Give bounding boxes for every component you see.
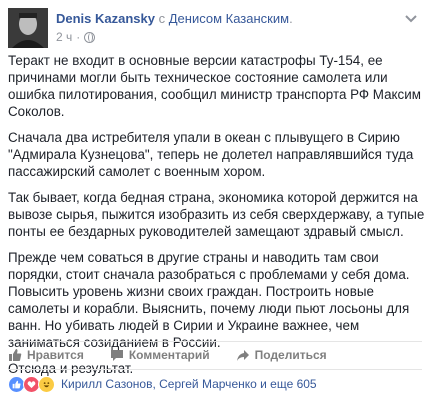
- reactions-row: Кирилл Сазонов, Сергей Марченко и еще 60…: [8, 375, 317, 393]
- reactors-summary[interactable]: Кирилл Сазонов, Сергей Марченко и еще 60…: [61, 377, 317, 391]
- post-header: Denis Kazansky с Денисом Казанским. 2 ч …: [8, 8, 422, 48]
- share-icon: [236, 349, 249, 361]
- tagged-person-link[interactable]: Денисом Казанским: [169, 11, 289, 26]
- share-button[interactable]: Поделиться: [236, 348, 327, 362]
- post-paragraph: Сначала два истребителя упали в океан с …: [8, 130, 414, 179]
- share-label: Поделиться: [254, 348, 327, 362]
- globe-icon[interactable]: [84, 31, 96, 43]
- divider: [8, 341, 422, 342]
- chevron-down-icon[interactable]: [404, 14, 418, 24]
- divider: [8, 369, 422, 370]
- like-button[interactable]: Нравится: [8, 348, 84, 362]
- comment-label: Комментарий: [128, 348, 210, 362]
- thumbs-up-icon: [9, 349, 22, 361]
- author-line: Denis Kazansky с Денисом Казанским.: [56, 11, 293, 26]
- comment-icon: [110, 349, 123, 361]
- with-prefix: с: [158, 11, 166, 26]
- haha-icon[interactable]: [38, 375, 55, 393]
- comment-button[interactable]: Комментарий: [110, 348, 210, 362]
- action-bar: Нравится Комментарий Поделиться: [8, 346, 353, 364]
- avatar[interactable]: [8, 8, 48, 48]
- post-text: Теракт не входит в основные версии катас…: [8, 52, 426, 377]
- with-suffix: .: [289, 11, 293, 26]
- meta-dot: ·: [76, 30, 81, 44]
- author-name[interactable]: Denis Kazansky: [56, 11, 155, 26]
- post-timestamp[interactable]: 2 ч: [56, 30, 72, 44]
- post-paragraph: Прежде чем соваться в другие страны и на…: [8, 250, 410, 350]
- post-paragraph: Так бывает, когда бедная страна, экономи…: [8, 190, 425, 239]
- like-label: Нравится: [27, 348, 84, 362]
- post-meta: 2 ч ·: [56, 30, 96, 44]
- post-paragraph: Теракт не входит в основные версии катас…: [8, 53, 421, 119]
